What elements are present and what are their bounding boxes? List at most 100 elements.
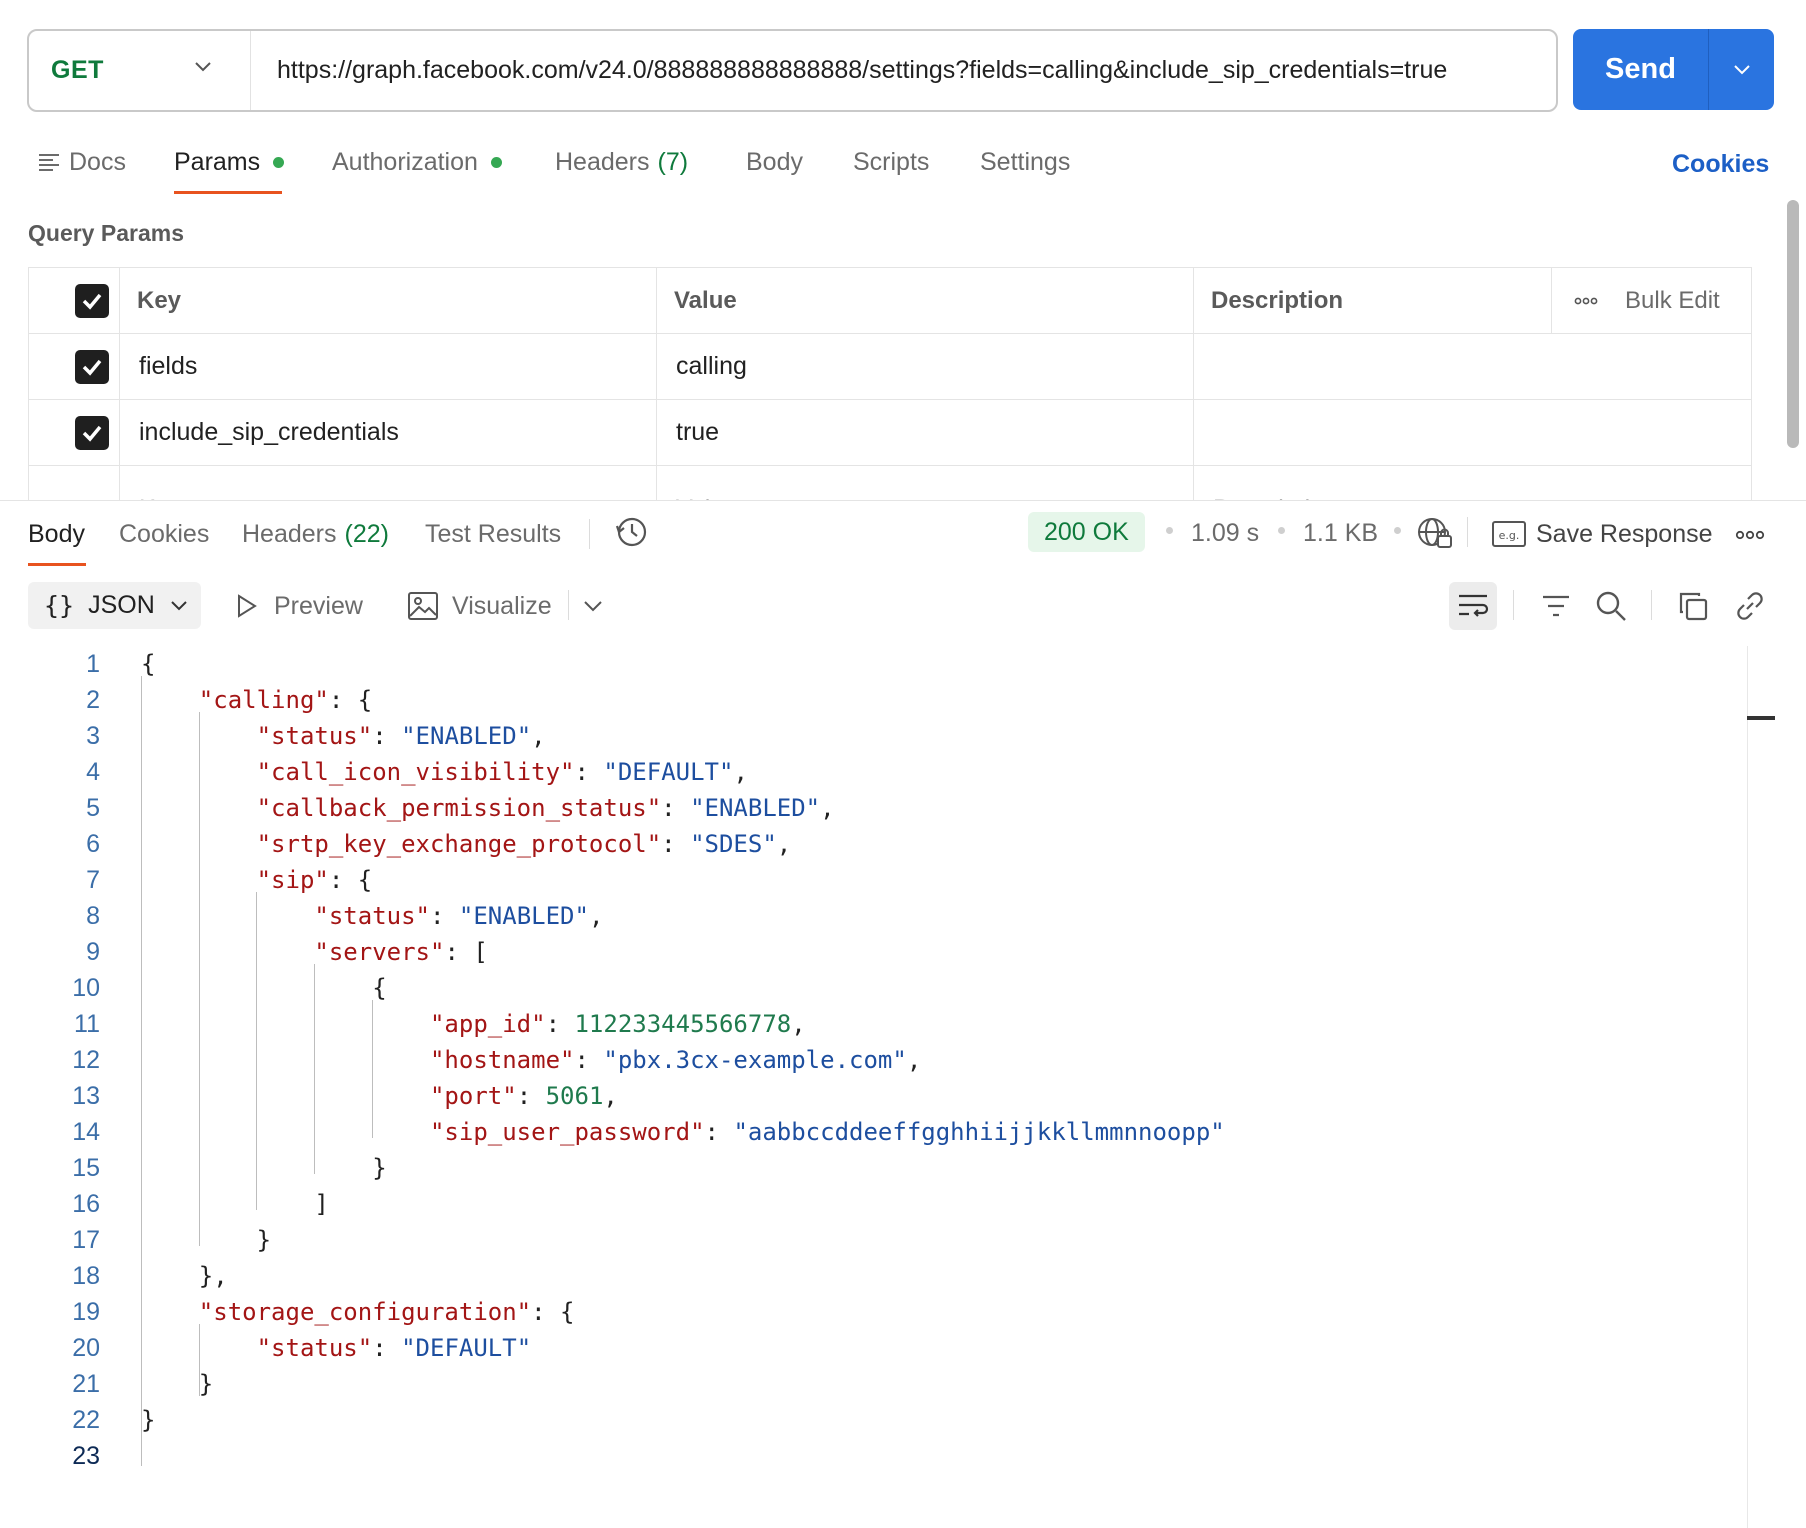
send-button[interactable]: Send: [1573, 29, 1709, 110]
line-number: 23: [72, 1442, 100, 1470]
param-value[interactable]: calling: [676, 334, 747, 399]
tab-headers[interactable]: Headers (7): [555, 140, 688, 184]
json-key: "callback_permission_status": [256, 794, 662, 822]
divider: [1651, 590, 1652, 620]
json-key: "status": [256, 722, 373, 750]
send-options-button[interactable]: [1709, 29, 1774, 110]
url-input[interactable]: https://graph.facebook.com/v24.0/8888888…: [251, 56, 1447, 85]
link-icon[interactable]: [1726, 582, 1774, 630]
select-all-checkbox[interactable]: [75, 268, 109, 333]
value-input[interactable]: Value: [676, 476, 738, 501]
line-number: 15: [72, 1154, 100, 1182]
json-string: "SDES": [690, 830, 777, 858]
param-key[interactable]: fields: [139, 334, 197, 399]
wrap-lines-icon[interactable]: [1449, 582, 1497, 630]
json-string: "ENABLED": [690, 794, 821, 822]
param-key[interactable]: include_sip_credentials: [139, 400, 399, 465]
divider: [568, 590, 569, 620]
line-number: 14: [72, 1118, 100, 1146]
line-number: 19: [72, 1298, 100, 1326]
more-options-icon[interactable]: [1735, 527, 1765, 545]
format-select[interactable]: {} JSON: [28, 582, 201, 629]
table-row-empty: Key Value Description: [29, 466, 1751, 501]
param-value[interactable]: true: [676, 400, 719, 465]
more-options-icon[interactable]: [1574, 268, 1598, 333]
scrollbar[interactable]: [1787, 200, 1799, 448]
view-options-dropdown[interactable]: [584, 586, 602, 626]
description-input[interactable]: Description: [1213, 476, 1338, 501]
tab-authorization[interactable]: Authorization: [332, 140, 502, 184]
line-number: 5: [86, 794, 100, 822]
pane-divider[interactable]: [0, 500, 1806, 501]
line-number: 20: [72, 1334, 100, 1362]
network-globe-icon[interactable]: [1417, 516, 1453, 555]
json-number: 112233445566778: [574, 1010, 792, 1038]
request-tabs: Docs Params Authorization Headers (7) Bod…: [38, 140, 1778, 188]
line-number: 6: [86, 830, 100, 858]
check-icon: [82, 359, 102, 376]
tab-params[interactable]: Params: [174, 140, 285, 184]
status-badge[interactable]: 200 OK: [1028, 512, 1145, 552]
json-string: "aabbccddeeffgghhiijjkkllmmnnoopp": [733, 1118, 1225, 1146]
json-key: "call_icon_visibility": [256, 758, 575, 786]
chevron-down-icon: [195, 62, 211, 72]
tab-response-headers-label: Headers: [242, 519, 337, 548]
tab-scripts-label: Scripts: [853, 147, 930, 176]
response-body-editor[interactable]: 1{ 2 "calling": { 3 "status": "ENABLED",…: [0, 646, 1740, 1528]
check-icon: [82, 293, 102, 310]
line-number: 9: [86, 938, 100, 966]
check-icon: [82, 425, 102, 442]
separator-dot: [1394, 527, 1401, 534]
bulk-edit-button[interactable]: Bulk Edit: [1625, 268, 1720, 333]
headers-count: (7): [657, 147, 689, 176]
image-icon: [408, 592, 438, 620]
tab-params-label: Params: [174, 147, 261, 176]
json-key: "srtp_key_exchange_protocol": [256, 830, 662, 858]
row-checkbox[interactable]: [75, 334, 109, 399]
json-key: "sip": [256, 866, 329, 894]
method-select[interactable]: GET: [29, 31, 251, 110]
tab-response-body[interactable]: Body: [28, 512, 85, 556]
search-icon[interactable]: [1587, 582, 1635, 630]
line-number: 1: [86, 650, 100, 678]
status-dot: [490, 156, 502, 168]
json-key: "sip_user_password": [429, 1118, 705, 1146]
play-icon: [238, 594, 257, 618]
tab-body-label: Body: [746, 147, 803, 176]
filter-icon[interactable]: [1532, 582, 1580, 630]
history-icon[interactable]: [614, 514, 650, 557]
tab-response-cookies[interactable]: Cookies: [119, 512, 209, 556]
minimap[interactable]: [1747, 646, 1748, 1528]
minimap-viewport[interactable]: [1747, 716, 1775, 720]
separator-dot: [1166, 527, 1173, 534]
json-key: "storage_configuration": [198, 1298, 532, 1326]
tab-docs[interactable]: Docs: [38, 140, 126, 184]
json-key: "port": [429, 1082, 517, 1110]
column-header-description: Description: [1211, 286, 1344, 314]
response-time[interactable]: 1.09 s: [1191, 519, 1259, 548]
tab-test-results[interactable]: Test Results: [425, 512, 561, 556]
save-response-button[interactable]: e.g. Save Response: [1492, 518, 1713, 550]
key-input[interactable]: Key: [139, 476, 182, 501]
response-size[interactable]: 1.1 KB: [1303, 519, 1378, 548]
tab-response-headers[interactable]: Headers (22): [242, 512, 389, 556]
line-number: 18: [72, 1262, 100, 1290]
json-key: "hostname": [429, 1046, 575, 1074]
tab-scripts[interactable]: Scripts: [853, 140, 929, 184]
tab-body[interactable]: Body: [746, 140, 803, 184]
separator-dot: [1278, 527, 1285, 534]
copy-icon[interactable]: [1669, 582, 1717, 630]
row-checkbox[interactable]: [75, 400, 109, 465]
tab-authorization-label: Authorization: [332, 147, 478, 176]
preview-button[interactable]: Preview: [236, 586, 363, 626]
json-number: 5061: [545, 1082, 604, 1110]
json-key: "app_id": [429, 1010, 546, 1038]
tab-settings[interactable]: Settings: [980, 140, 1070, 184]
json-string: "DEFAULT": [603, 758, 734, 786]
cookies-link[interactable]: Cookies: [1672, 150, 1769, 179]
table-row: include_sip_credentials true: [29, 400, 1751, 466]
visualize-button[interactable]: Visualize: [408, 586, 552, 626]
format-label: JSON: [88, 591, 155, 619]
docs-icon: [39, 154, 59, 171]
json-key: "status": [314, 902, 430, 930]
